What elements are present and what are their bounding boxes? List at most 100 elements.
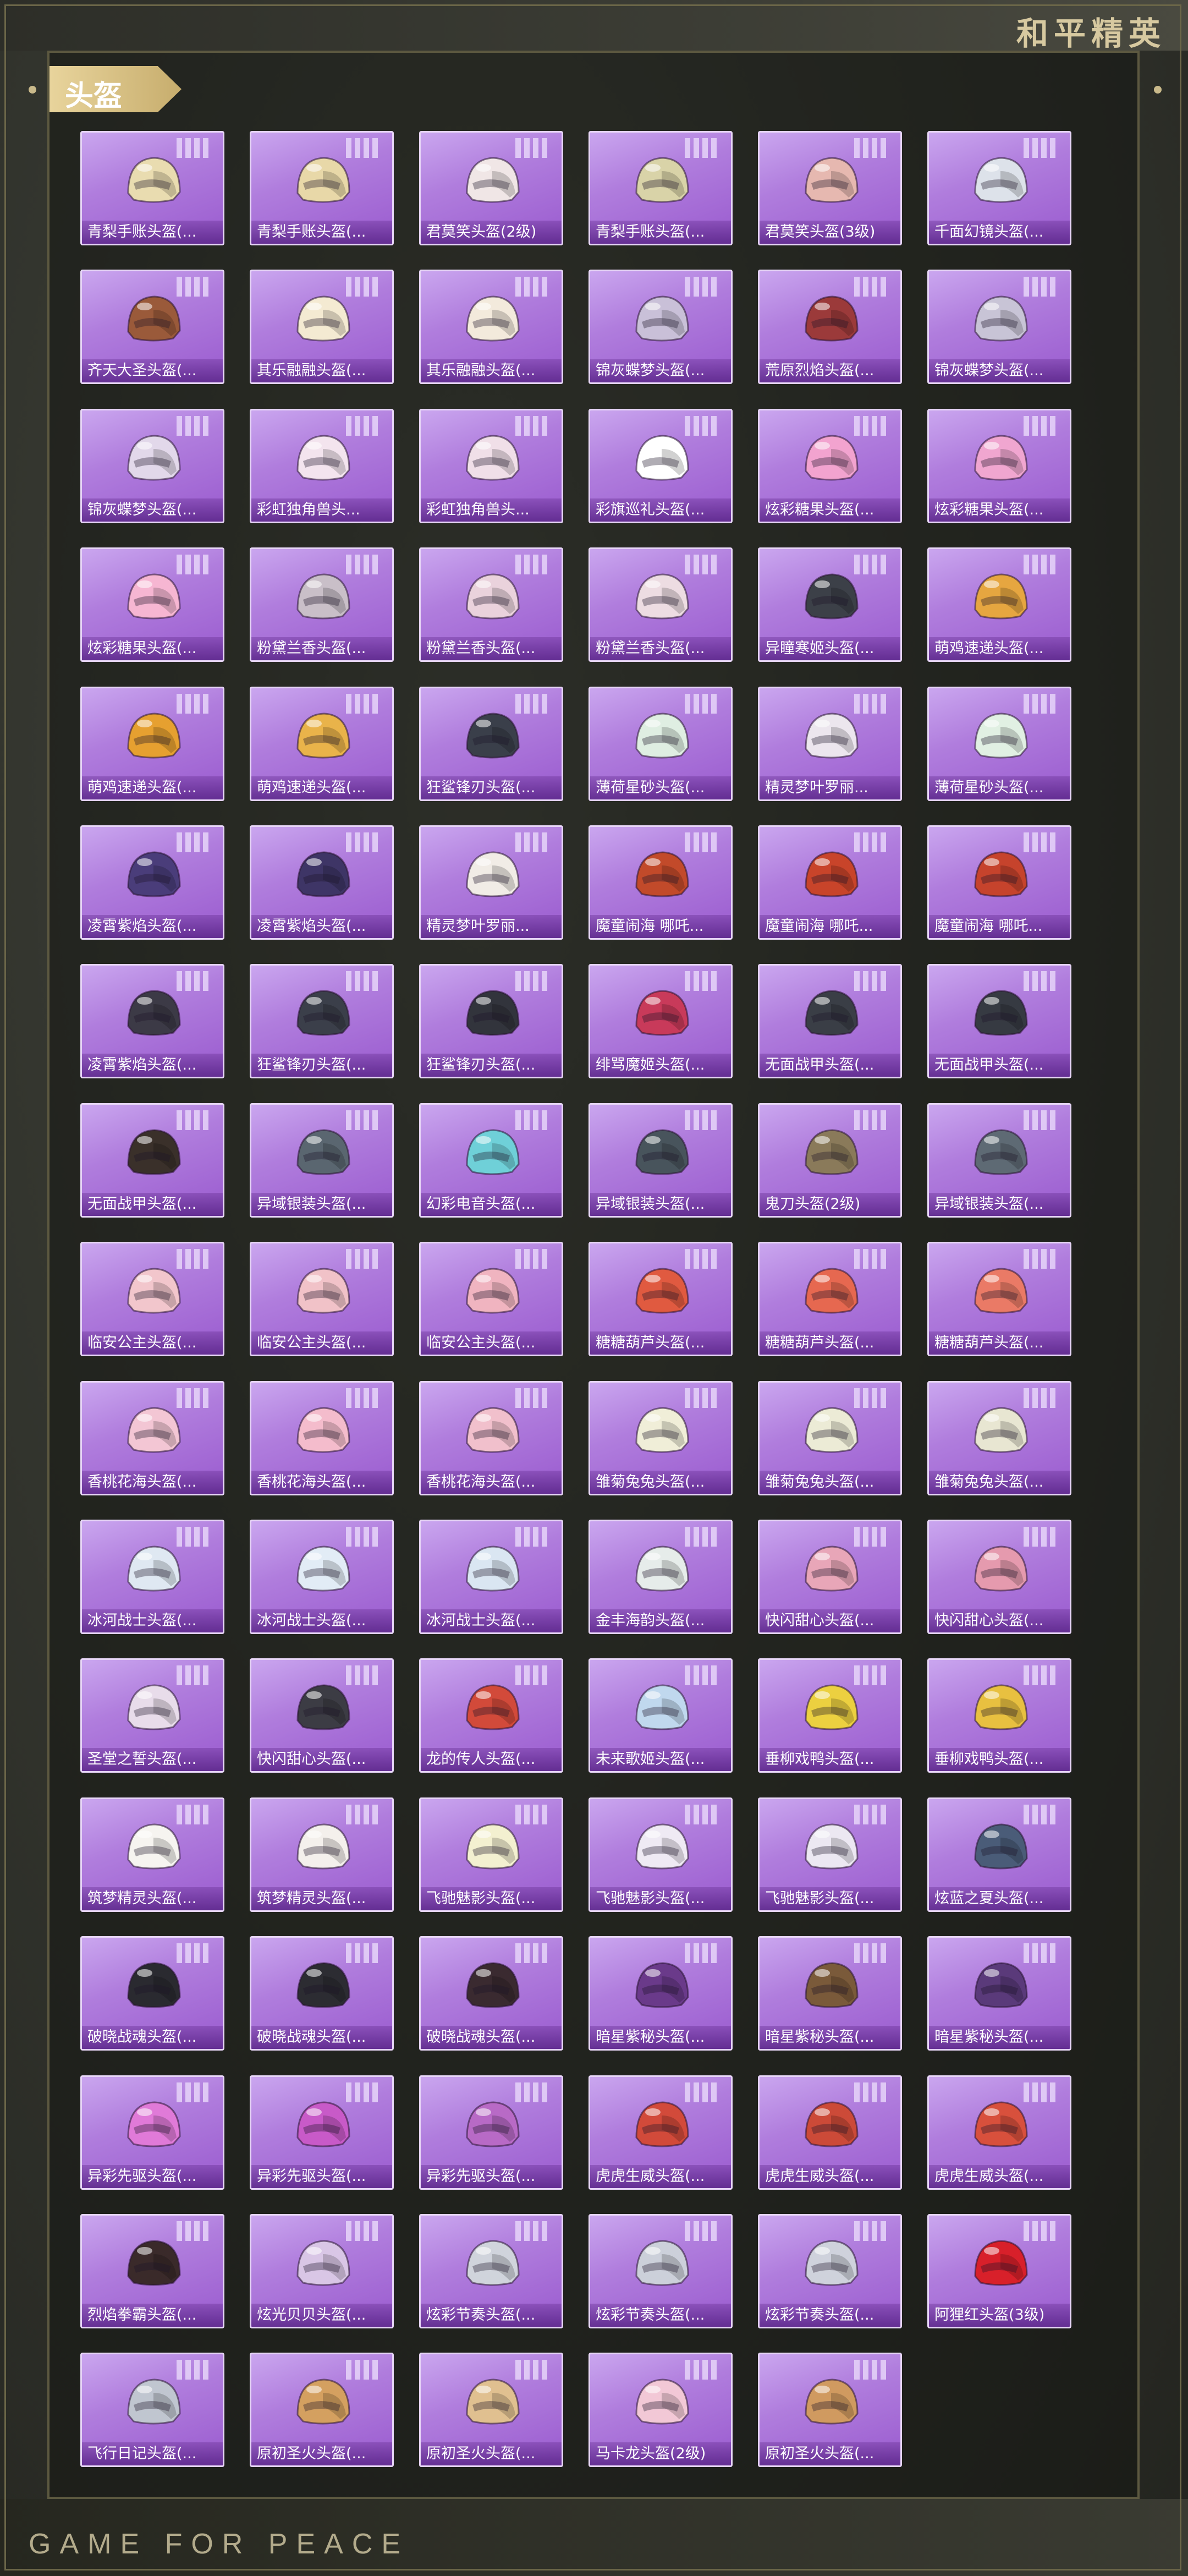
helmet-item[interactable]: 临安公主头盔(... [80, 1242, 224, 1356]
helmet-item[interactable]: 临安公主头盔(... [250, 1242, 394, 1356]
helmet-item[interactable]: 飞驰魅影头盔(... [588, 1797, 733, 1912]
helmet-item[interactable]: 圣堂之誓头盔(... [80, 1658, 224, 1773]
helmet-item[interactable]: 烈焰拳霸头盔(... [80, 2214, 224, 2328]
helmet-item[interactable]: 暗星紫秘头盔(... [758, 1936, 902, 2051]
helmet-item[interactable]: 青梨手账头盔(... [250, 131, 394, 245]
helmet-item[interactable]: 绯骂魔姬头盔(... [588, 964, 733, 1078]
helmet-item[interactable]: 金丰海韵头盔(... [588, 1520, 733, 1634]
helmet-item[interactable]: 凌霄紫焰头盔(... [80, 964, 224, 1078]
helmet-item[interactable]: 炫光贝贝头盔(... [250, 2214, 394, 2328]
helmet-item[interactable]: 鬼刀头盔(2级) [758, 1103, 902, 1218]
helmet-item[interactable]: 飞驰魅影头盔(... [758, 1797, 902, 1912]
helmet-item[interactable]: 暗星紫秘头盔(... [927, 1936, 1071, 2051]
helmet-item[interactable]: 萌鸡速递头盔(... [250, 687, 394, 801]
helmet-item[interactable]: 冰河战士头盔(... [80, 1520, 224, 1634]
helmet-item[interactable]: 快闪甜心头盔(... [927, 1520, 1071, 1634]
helmet-item[interactable]: 狂鲨锋刃头盔(... [419, 687, 563, 801]
helmet-item[interactable]: 异彩先驱头盔(... [250, 2075, 394, 2190]
helmet-item[interactable]: 彩旗巡礼头盔(... [588, 409, 733, 523]
helmet-item[interactable]: 飞行日记头盔(... [80, 2353, 224, 2467]
helmet-item[interactable]: 炫彩糖果头盔(... [80, 547, 224, 662]
helmet-item[interactable]: 其乐融融头盔(... [250, 270, 394, 384]
helmet-item[interactable]: 香桃花海头盔(... [80, 1381, 224, 1495]
helmet-item[interactable]: 暗星紫秘头盔(... [588, 1936, 733, 2051]
helmet-item[interactable]: 魔童闹海 哪吒... [588, 825, 733, 940]
helmet-item[interactable]: 精灵梦叶罗丽... [758, 687, 902, 801]
helmet-item[interactable]: 破晓战魂头盔(... [419, 1936, 563, 2051]
helmet-item[interactable]: 精灵梦叶罗丽... [419, 825, 563, 940]
helmet-item[interactable]: 凌霄紫焰头盔(... [80, 825, 224, 940]
helmet-item[interactable]: 快闪甜心头盔(... [758, 1520, 902, 1634]
helmet-item[interactable]: 香桃花海头盔(... [250, 1381, 394, 1495]
helmet-item[interactable]: 炫彩节奏头盔(... [419, 2214, 563, 2328]
helmet-item[interactable]: 青梨手账头盔(... [80, 131, 224, 245]
helmet-item[interactable]: 彩虹独角兽头... [250, 409, 394, 523]
helmet-item[interactable]: 炫蓝之夏头盔(... [927, 1797, 1071, 1912]
helmet-item[interactable]: 青梨手账头盔(... [588, 131, 733, 245]
helmet-item[interactable]: 垂柳戏鸭头盔(... [927, 1658, 1071, 1773]
helmet-item[interactable]: 雏菊兔兔头盔(... [927, 1381, 1071, 1495]
helmet-item[interactable]: 香桃花海头盔(... [419, 1381, 563, 1495]
helmet-item[interactable]: 彩虹独角兽头... [419, 409, 563, 523]
helmet-item[interactable]: 君莫笑头盔(3级) [758, 131, 902, 245]
helmet-item[interactable]: 粉黛兰香头盔(... [588, 547, 733, 662]
helmet-item[interactable]: 原初圣火头盔(... [250, 2353, 394, 2467]
helmet-item[interactable]: 齐天大圣头盔(... [80, 270, 224, 384]
helmet-item[interactable]: 快闪甜心头盔(... [250, 1658, 394, 1773]
helmet-item[interactable]: 魔童闹海 哪吒... [927, 825, 1071, 940]
helmet-item[interactable]: 粉黛兰香头盔(... [419, 547, 563, 662]
helmet-item[interactable]: 虎虎生威头盔(... [588, 2075, 733, 2190]
helmet-item[interactable]: 原初圣火头盔(... [758, 2353, 902, 2467]
helmet-item[interactable]: 雏菊兔兔头盔(... [588, 1381, 733, 1495]
helmet-item[interactable]: 锦灰蝶梦头盔(... [927, 270, 1071, 384]
helmet-item[interactable]: 糖糖葫芦头盔(... [758, 1242, 902, 1356]
helmet-item[interactable]: 狂鲨锋刃头盔(... [250, 964, 394, 1078]
helmet-item[interactable]: 破晓战魂头盔(... [250, 1936, 394, 2051]
helmet-item[interactable]: 未来歌姬头盔(... [588, 1658, 733, 1773]
helmet-item[interactable]: 无面战甲头盔(... [80, 1103, 224, 1218]
helmet-item[interactable]: 炫彩糖果头盔(... [927, 409, 1071, 523]
helmet-item[interactable]: 筑梦精灵头盔(... [250, 1797, 394, 1912]
helmet-item[interactable]: 萌鸡速递头盔(... [80, 687, 224, 801]
helmet-item[interactable]: 千面幻镜头盔(... [927, 131, 1071, 245]
helmet-item[interactable]: 魔童闹海 哪吒... [758, 825, 902, 940]
helmet-item[interactable]: 凌霄紫焰头盔(... [250, 825, 394, 940]
helmet-item[interactable]: 薄荷星砂头盔(... [588, 687, 733, 801]
helmet-item[interactable]: 异彩先驱头盔(... [80, 2075, 224, 2190]
helmet-item[interactable]: 粉黛兰香头盔(... [250, 547, 394, 662]
helmet-item[interactable]: 糖糖葫芦头盔(... [927, 1242, 1071, 1356]
helmet-item[interactable]: 炫彩节奏头盔(... [588, 2214, 733, 2328]
helmet-item[interactable]: 锦灰蝶梦头盔(... [80, 409, 224, 523]
helmet-item[interactable]: 临安公主头盔(... [419, 1242, 563, 1356]
helmet-item[interactable]: 锦灰蝶梦头盔(... [588, 270, 733, 384]
helmet-item[interactable]: 阿狸红头盔(3级) [927, 2214, 1071, 2328]
helmet-item[interactable]: 萌鸡速递头盔(... [927, 547, 1071, 662]
helmet-item[interactable]: 其乐融融头盔(... [419, 270, 563, 384]
helmet-item[interactable]: 冰河战士头盔(... [250, 1520, 394, 1634]
helmet-item[interactable]: 破晓战魂头盔(... [80, 1936, 224, 2051]
helmet-item[interactable]: 龙的传人头盔(... [419, 1658, 563, 1773]
helmet-item[interactable]: 筑梦精灵头盔(... [80, 1797, 224, 1912]
helmet-item[interactable]: 冰河战士头盔(... [419, 1520, 563, 1634]
helmet-item[interactable]: 飞驰魅影头盔(... [419, 1797, 563, 1912]
helmet-item[interactable]: 君莫笑头盔(2级) [419, 131, 563, 245]
helmet-item[interactable]: 狂鲨锋刃头盔(... [419, 964, 563, 1078]
helmet-item[interactable]: 无面战甲头盔(... [758, 964, 902, 1078]
helmet-item[interactable]: 原初圣火头盔(... [419, 2353, 563, 2467]
helmet-item[interactable]: 马卡龙头盔(2级) [588, 2353, 733, 2467]
helmet-item[interactable]: 异瞳寒姬头盔(... [758, 547, 902, 662]
helmet-item[interactable]: 异域银装头盔(... [250, 1103, 394, 1218]
helmet-item[interactable]: 荒原烈焰头盔(... [758, 270, 902, 384]
helmet-item[interactable]: 虎虎生威头盔(... [927, 2075, 1071, 2190]
helmet-item[interactable]: 炫彩节奏头盔(... [758, 2214, 902, 2328]
helmet-item[interactable]: 薄荷星砂头盔(... [927, 687, 1071, 801]
helmet-item[interactable]: 异域银装头盔(... [927, 1103, 1071, 1218]
helmet-item[interactable]: 雏菊兔兔头盔(... [758, 1381, 902, 1495]
helmet-item[interactable]: 无面战甲头盔(... [927, 964, 1071, 1078]
helmet-item[interactable]: 虎虎生威头盔(... [758, 2075, 902, 2190]
helmet-item[interactable]: 异彩先驱头盔(... [419, 2075, 563, 2190]
helmet-item[interactable]: 炫彩糖果头盔(... [758, 409, 902, 523]
helmet-item[interactable]: 异域银装头盔(... [588, 1103, 733, 1218]
helmet-item[interactable]: 垂柳戏鸭头盔(... [758, 1658, 902, 1773]
helmet-item[interactable]: 幻彩电音头盔(... [419, 1103, 563, 1218]
